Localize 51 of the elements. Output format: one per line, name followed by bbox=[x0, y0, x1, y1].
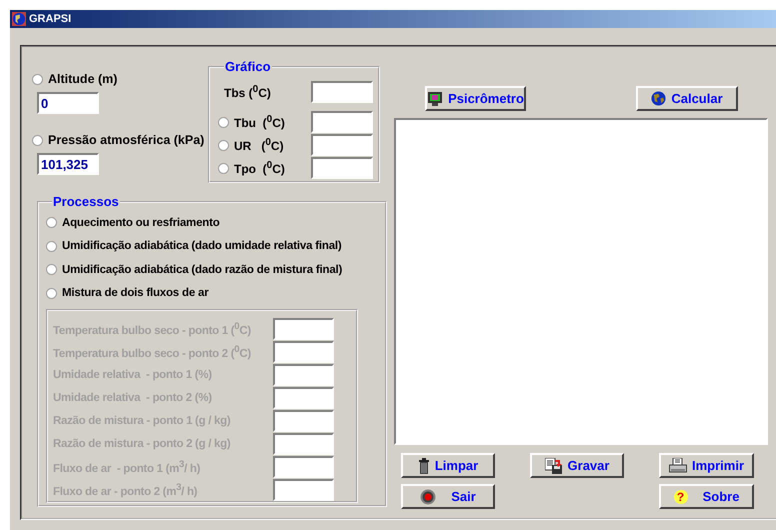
psychrometer-button[interactable]: Psicrômetro bbox=[425, 86, 526, 111]
globe-icon bbox=[12, 12, 26, 26]
window-title: GRAPSI bbox=[29, 13, 72, 25]
radio-button[interactable] bbox=[32, 134, 43, 146]
input-field[interactable]: 0 bbox=[37, 92, 99, 114]
radio-button[interactable] bbox=[32, 74, 43, 84]
radio-button[interactable] bbox=[218, 162, 229, 174]
input-field[interactable] bbox=[311, 81, 373, 103]
input-field[interactable]: 101,325 bbox=[37, 153, 99, 175]
radio-button[interactable] bbox=[218, 116, 229, 128]
field-label: Tbs ($^{0}$C) bbox=[223, 84, 272, 100]
option-label: Altitude (m) bbox=[48, 72, 118, 86]
option-label: Tbu ($^{0}$C) bbox=[234, 114, 285, 130]
target-icon bbox=[420, 488, 436, 504]
save-icon bbox=[544, 458, 563, 474]
input-field[interactable] bbox=[273, 478, 334, 500]
input-field[interactable] bbox=[273, 318, 334, 340]
input-field[interactable] bbox=[311, 111, 373, 133]
exit-button[interactable]: Sair bbox=[401, 484, 495, 509]
trash-icon bbox=[418, 458, 430, 474]
input-field[interactable] bbox=[311, 134, 373, 156]
radio-button[interactable] bbox=[218, 140, 229, 150]
option-label: Pressão atmosférica (kPa) bbox=[48, 133, 204, 147]
radio-button[interactable] bbox=[46, 288, 57, 299]
option-label: Umidificação adiabática (dado umidade relativa final) bbox=[62, 240, 342, 252]
globe-icon bbox=[651, 91, 666, 106]
monitor-icon bbox=[427, 90, 444, 106]
save-button[interactable]: Gravar bbox=[530, 453, 624, 478]
input-field[interactable] bbox=[273, 364, 334, 386]
option-label: UR ($^{0}$C) bbox=[234, 137, 284, 153]
option-label: Aquecimento ou resfriamento bbox=[62, 216, 220, 229]
radio-button[interactable] bbox=[46, 240, 57, 252]
input-field[interactable] bbox=[273, 432, 334, 454]
radio-button[interactable] bbox=[46, 264, 57, 276]
input-field[interactable] bbox=[273, 386, 334, 408]
radio-button[interactable] bbox=[46, 217, 57, 228]
option-label: Umidificação adiabática (dado razão de mistura final) bbox=[62, 264, 342, 276]
calculate-button[interactable]: Calcular bbox=[636, 86, 738, 111]
group-title: Gráfico bbox=[224, 59, 272, 74]
input-field[interactable] bbox=[273, 410, 334, 432]
input-field[interactable] bbox=[273, 340, 334, 362]
input-field[interactable] bbox=[273, 456, 334, 478]
input-field[interactable] bbox=[311, 157, 373, 179]
print-button[interactable]: Imprimir bbox=[659, 453, 754, 478]
option-label: Tpo ($^{0}$C) bbox=[234, 160, 285, 176]
about-button[interactable]: ? Sobre bbox=[659, 484, 754, 509]
group-title: Processos bbox=[52, 194, 120, 209]
help-icon: ? bbox=[674, 490, 688, 504]
printer-icon bbox=[668, 458, 687, 474]
option-label: Mistura de dois fluxos de ar bbox=[62, 287, 208, 300]
clear-button[interactable]: Limpar bbox=[401, 453, 495, 478]
